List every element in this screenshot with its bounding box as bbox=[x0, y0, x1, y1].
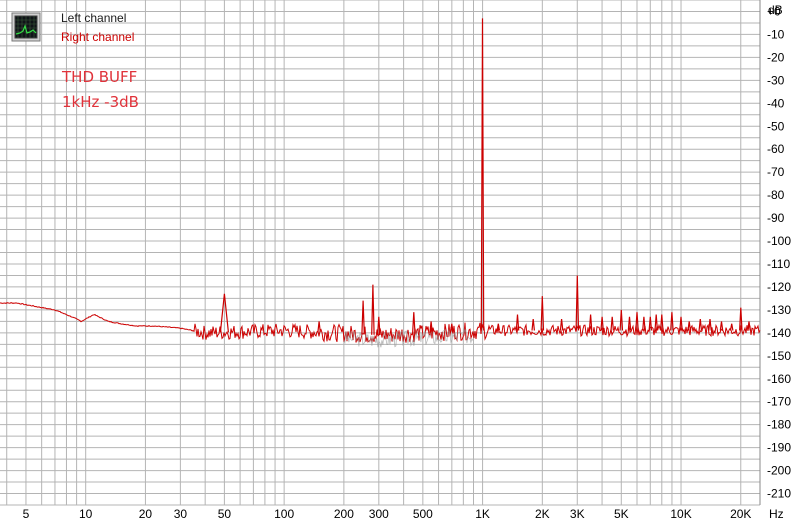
x-tick-label: 5K bbox=[614, 507, 629, 521]
y-tick-label: -130 bbox=[767, 303, 791, 317]
y-tick-label: -30 bbox=[767, 73, 785, 87]
y-tick-label: -10 bbox=[767, 27, 785, 41]
y-tick-label: -150 bbox=[767, 349, 791, 363]
y-tick-label: -160 bbox=[767, 372, 791, 386]
legend-right-channel: Right channel bbox=[61, 30, 134, 44]
harmonic-spike bbox=[371, 284, 375, 335]
y-tick-label: -50 bbox=[767, 119, 785, 133]
right-channel-noise-floor bbox=[0, 302, 761, 344]
y-tick-label: -140 bbox=[767, 326, 791, 340]
y-tick-label: -20 bbox=[767, 50, 785, 64]
y-unit-label: dB bbox=[768, 3, 783, 17]
harmonic-spike bbox=[610, 316, 614, 331]
x-tick-label: 20K bbox=[730, 507, 751, 521]
annotation-title: THD BUFF bbox=[61, 68, 137, 86]
harmonic-spike bbox=[687, 321, 691, 331]
y-tick-label: -90 bbox=[767, 211, 785, 225]
x-tick-label: 300 bbox=[369, 507, 389, 521]
harmonic-spike bbox=[747, 321, 751, 331]
harmonic-spike bbox=[708, 319, 712, 331]
legend: Left channel Right channel bbox=[11, 11, 134, 44]
x-tick-label: 500 bbox=[413, 507, 433, 521]
harmonic-spike bbox=[412, 312, 416, 334]
x-tick-label: 2K bbox=[535, 507, 550, 521]
harmonic-spike bbox=[317, 321, 321, 333]
y-tick-label: -40 bbox=[767, 96, 785, 110]
y-tick-label: -120 bbox=[767, 280, 791, 294]
y-tick-label: -210 bbox=[767, 487, 791, 501]
x-tick-label: 1K bbox=[475, 507, 490, 521]
x-tick-label: 20 bbox=[139, 507, 153, 521]
harmonic-spike bbox=[361, 300, 365, 335]
x-tick-label: 3K bbox=[570, 507, 585, 521]
annotation-subtitle: 1kHz -3dB bbox=[62, 93, 139, 111]
harmonic-spike bbox=[642, 316, 646, 331]
y-tick-label: -180 bbox=[767, 418, 791, 432]
harmonic-spike bbox=[559, 319, 564, 331]
legend-left-channel: Left channel bbox=[61, 11, 126, 25]
x-tick-label: 100 bbox=[274, 507, 294, 521]
harmonic-spike bbox=[729, 323, 734, 331]
x-tick-label: 10 bbox=[79, 507, 93, 521]
y-tick-label: -80 bbox=[767, 188, 785, 202]
x-axis-ticks: 5 10 20 30 50 100 200 300 500 1K 2K 3K 5K 10K 20K bbox=[23, 507, 752, 521]
harmonic-spike bbox=[531, 319, 535, 331]
x-tick-label: 200 bbox=[334, 507, 354, 521]
analyzer-window-icon bbox=[11, 12, 41, 42]
y-tick-label: -170 bbox=[767, 395, 791, 409]
y-tick-label: -200 bbox=[767, 464, 791, 478]
x-tick-label: 50 bbox=[218, 507, 232, 521]
harmonic-spike bbox=[698, 319, 703, 331]
y-tick-label: -60 bbox=[767, 142, 785, 156]
y-tick-label: -100 bbox=[767, 234, 791, 248]
x-unit-label: Hz bbox=[769, 507, 784, 521]
y-tick-label: -110 bbox=[767, 257, 790, 271]
x-tick-label: 5 bbox=[23, 507, 30, 521]
x-tick-label: 10K bbox=[670, 507, 691, 521]
x-tick-label: 30 bbox=[174, 507, 188, 521]
y-tick-label: -190 bbox=[767, 441, 791, 455]
y-tick-label: -70 bbox=[767, 165, 785, 179]
spectrum-chart: +0-10-20-30-40-50-60-70-80-90-100-110-12… bbox=[0, 0, 791, 521]
y-axis-ticks: +0-10-20-30-40-50-60-70-80-90-100-110-12… bbox=[767, 4, 791, 500]
